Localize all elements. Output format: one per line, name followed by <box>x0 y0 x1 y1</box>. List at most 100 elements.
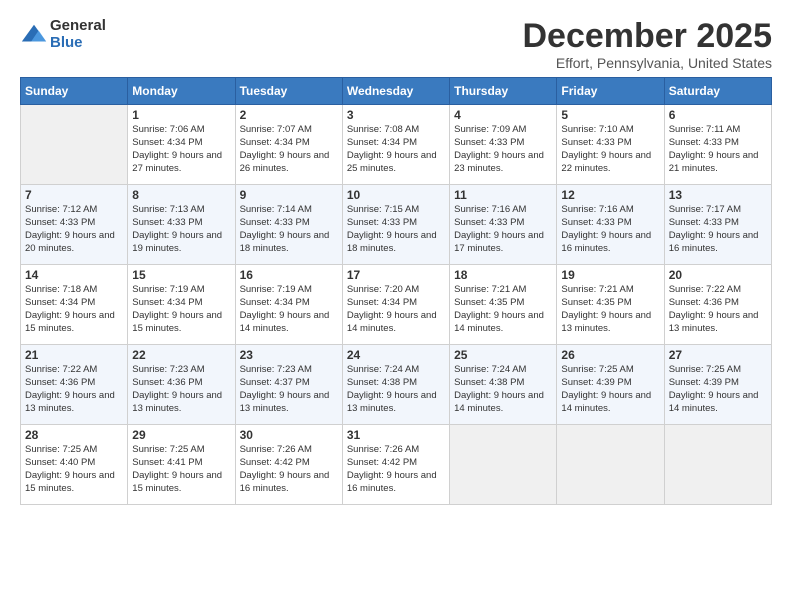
day-info: Sunrise: 7:23 AMSunset: 4:36 PMDaylight:… <box>132 364 230 415</box>
day-info: Sunrise: 7:25 AMSunset: 4:39 PMDaylight:… <box>669 364 767 415</box>
day-info: Sunrise: 7:09 AMSunset: 4:33 PMDaylight:… <box>454 124 552 175</box>
logo-blue-text: Blue <box>50 35 106 52</box>
calendar-cell: 31 Sunrise: 7:26 AMSunset: 4:42 PMDayligh… <box>342 425 449 505</box>
day-info: Sunrise: 7:12 AMSunset: 4:33 PMDaylight:… <box>25 204 123 255</box>
day-info: Sunrise: 7:21 AMSunset: 4:35 PMDaylight:… <box>561 284 659 335</box>
calendar-cell <box>21 105 128 185</box>
calendar-week-1: 7 Sunrise: 7:12 AMSunset: 4:33 PMDaylight… <box>21 185 772 265</box>
col-monday: Monday <box>128 78 235 105</box>
day-info: Sunrise: 7:21 AMSunset: 4:35 PMDaylight:… <box>454 284 552 335</box>
day-number: 31 <box>347 428 445 442</box>
day-info: Sunrise: 7:25 AMSunset: 4:39 PMDaylight:… <box>561 364 659 415</box>
logo-icon <box>20 21 48 49</box>
day-info: Sunrise: 7:16 AMSunset: 4:33 PMDaylight:… <box>454 204 552 255</box>
col-tuesday: Tuesday <box>235 78 342 105</box>
logo-general-text: General <box>50 18 106 35</box>
day-info: Sunrise: 7:23 AMSunset: 4:37 PMDaylight:… <box>240 364 338 415</box>
day-number: 23 <box>240 348 338 362</box>
calendar-cell: 3 Sunrise: 7:08 AMSunset: 4:34 PMDaylight… <box>342 105 449 185</box>
day-number: 2 <box>240 108 338 122</box>
day-info: Sunrise: 7:22 AMSunset: 4:36 PMDaylight:… <box>25 364 123 415</box>
day-info: Sunrise: 7:10 AMSunset: 4:33 PMDaylight:… <box>561 124 659 175</box>
calendar-cell: 4Sunrise: 7:09 AMSunset: 4:33 PMDaylight… <box>450 105 557 185</box>
calendar-cell: 29 Sunrise: 7:25 AMSunset: 4:41 PMDayligh… <box>128 425 235 505</box>
calendar-cell <box>450 425 557 505</box>
day-number: 24 <box>347 348 445 362</box>
col-friday: Friday <box>557 78 664 105</box>
col-thursday: Thursday <box>450 78 557 105</box>
calendar-cell: 5 Sunrise: 7:10 AMSunset: 4:33 PMDaylight… <box>557 105 664 185</box>
calendar-cell: 15Sunrise: 7:19 AMSunset: 4:34 PMDayligh… <box>128 265 235 345</box>
header: General Blue December 2025 Effort, Penns… <box>20 18 772 71</box>
day-info: Sunrise: 7:19 AMSunset: 4:34 PMDaylight:… <box>240 284 338 335</box>
calendar-cell: 2Sunrise: 7:07 AMSunset: 4:34 PMDaylight… <box>235 105 342 185</box>
calendar-cell: 12 Sunrise: 7:16 AMSunset: 4:33 PMDayligh… <box>557 185 664 265</box>
title-block: December 2025 Effort, Pennsylvania, Unit… <box>522 18 772 71</box>
day-info: Sunrise: 7:18 AMSunset: 4:34 PMDaylight:… <box>25 284 123 335</box>
calendar-cell: 21 Sunrise: 7:22 AMSunset: 4:36 PMDayligh… <box>21 345 128 425</box>
day-number: 22 <box>132 348 230 362</box>
day-info: Sunrise: 7:19 AMSunset: 4:34 PMDaylight:… <box>132 284 230 335</box>
day-info: Sunrise: 7:20 AMSunset: 4:34 PMDaylight:… <box>347 284 445 335</box>
day-number: 26 <box>561 348 659 362</box>
day-number: 5 <box>561 108 659 122</box>
day-number: 16 <box>240 268 338 282</box>
day-number: 7 <box>25 188 123 202</box>
day-info: Sunrise: 7:08 AMSunset: 4:34 PMDaylight:… <box>347 124 445 175</box>
calendar-cell: 23 Sunrise: 7:23 AMSunset: 4:37 PMDayligh… <box>235 345 342 425</box>
calendar-cell: 20 Sunrise: 7:22 AMSunset: 4:36 PMDayligh… <box>664 265 771 345</box>
day-number: 19 <box>561 268 659 282</box>
day-info: Sunrise: 7:15 AMSunset: 4:33 PMDaylight:… <box>347 204 445 255</box>
day-number: 12 <box>561 188 659 202</box>
day-info: Sunrise: 7:24 AMSunset: 4:38 PMDaylight:… <box>347 364 445 415</box>
calendar-cell: 18Sunrise: 7:21 AMSunset: 4:35 PMDayligh… <box>450 265 557 345</box>
day-number: 20 <box>669 268 767 282</box>
day-info: Sunrise: 7:25 AMSunset: 4:40 PMDaylight:… <box>25 444 123 495</box>
calendar-cell: 28 Sunrise: 7:25 AMSunset: 4:40 PMDayligh… <box>21 425 128 505</box>
day-number: 1 <box>132 108 230 122</box>
day-number: 25 <box>454 348 552 362</box>
day-info: Sunrise: 7:25 AMSunset: 4:41 PMDaylight:… <box>132 444 230 495</box>
day-number: 28 <box>25 428 123 442</box>
calendar-header: Sunday Monday Tuesday Wednesday Thursday… <box>21 78 772 105</box>
day-number: 21 <box>25 348 123 362</box>
day-info: Sunrise: 7:13 AMSunset: 4:33 PMDaylight:… <box>132 204 230 255</box>
day-number: 11 <box>454 188 552 202</box>
calendar-week-3: 21 Sunrise: 7:22 AMSunset: 4:36 PMDayligh… <box>21 345 772 425</box>
calendar-cell: 26 Sunrise: 7:25 AMSunset: 4:39 PMDayligh… <box>557 345 664 425</box>
day-number: 8 <box>132 188 230 202</box>
day-info: Sunrise: 7:22 AMSunset: 4:36 PMDaylight:… <box>669 284 767 335</box>
calendar-cell: 25Sunrise: 7:24 AMSunset: 4:38 PMDayligh… <box>450 345 557 425</box>
day-number: 3 <box>347 108 445 122</box>
day-info: Sunrise: 7:26 AMSunset: 4:42 PMDaylight:… <box>347 444 445 495</box>
col-wednesday: Wednesday <box>342 78 449 105</box>
day-info: Sunrise: 7:17 AMSunset: 4:33 PMDaylight:… <box>669 204 767 255</box>
day-number: 29 <box>132 428 230 442</box>
calendar-cell: 22 Sunrise: 7:23 AMSunset: 4:36 PMDayligh… <box>128 345 235 425</box>
calendar-cell: 14Sunrise: 7:18 AMSunset: 4:34 PMDayligh… <box>21 265 128 345</box>
calendar-table: Sunday Monday Tuesday Wednesday Thursday… <box>20 77 772 505</box>
calendar-cell: 27 Sunrise: 7:25 AMSunset: 4:39 PMDayligh… <box>664 345 771 425</box>
col-sunday: Sunday <box>21 78 128 105</box>
day-info: Sunrise: 7:16 AMSunset: 4:33 PMDaylight:… <box>561 204 659 255</box>
day-number: 13 <box>669 188 767 202</box>
day-info: Sunrise: 7:11 AMSunset: 4:33 PMDaylight:… <box>669 124 767 175</box>
calendar-cell: 11 Sunrise: 7:16 AMSunset: 4:33 PMDayligh… <box>450 185 557 265</box>
calendar-cell: 24 Sunrise: 7:24 AMSunset: 4:38 PMDayligh… <box>342 345 449 425</box>
day-number: 9 <box>240 188 338 202</box>
calendar-cell: 30 Sunrise: 7:26 AMSunset: 4:42 PMDayligh… <box>235 425 342 505</box>
day-info: Sunrise: 7:14 AMSunset: 4:33 PMDaylight:… <box>240 204 338 255</box>
day-number: 17 <box>347 268 445 282</box>
month-title: December 2025 <box>522 18 772 55</box>
calendar-cell: 19 Sunrise: 7:21 AMSunset: 4:35 PMDayligh… <box>557 265 664 345</box>
col-saturday: Saturday <box>664 78 771 105</box>
calendar-cell <box>664 425 771 505</box>
calendar-cell: 6 Sunrise: 7:11 AMSunset: 4:33 PMDaylight… <box>664 105 771 185</box>
day-info: Sunrise: 7:26 AMSunset: 4:42 PMDaylight:… <box>240 444 338 495</box>
calendar-cell: 9 Sunrise: 7:14 AMSunset: 4:33 PMDaylight… <box>235 185 342 265</box>
day-number: 6 <box>669 108 767 122</box>
calendar-cell: 13 Sunrise: 7:17 AMSunset: 4:33 PMDayligh… <box>664 185 771 265</box>
day-number: 27 <box>669 348 767 362</box>
day-number: 30 <box>240 428 338 442</box>
calendar-cell: 1Sunrise: 7:06 AMSunset: 4:34 PMDaylight… <box>128 105 235 185</box>
